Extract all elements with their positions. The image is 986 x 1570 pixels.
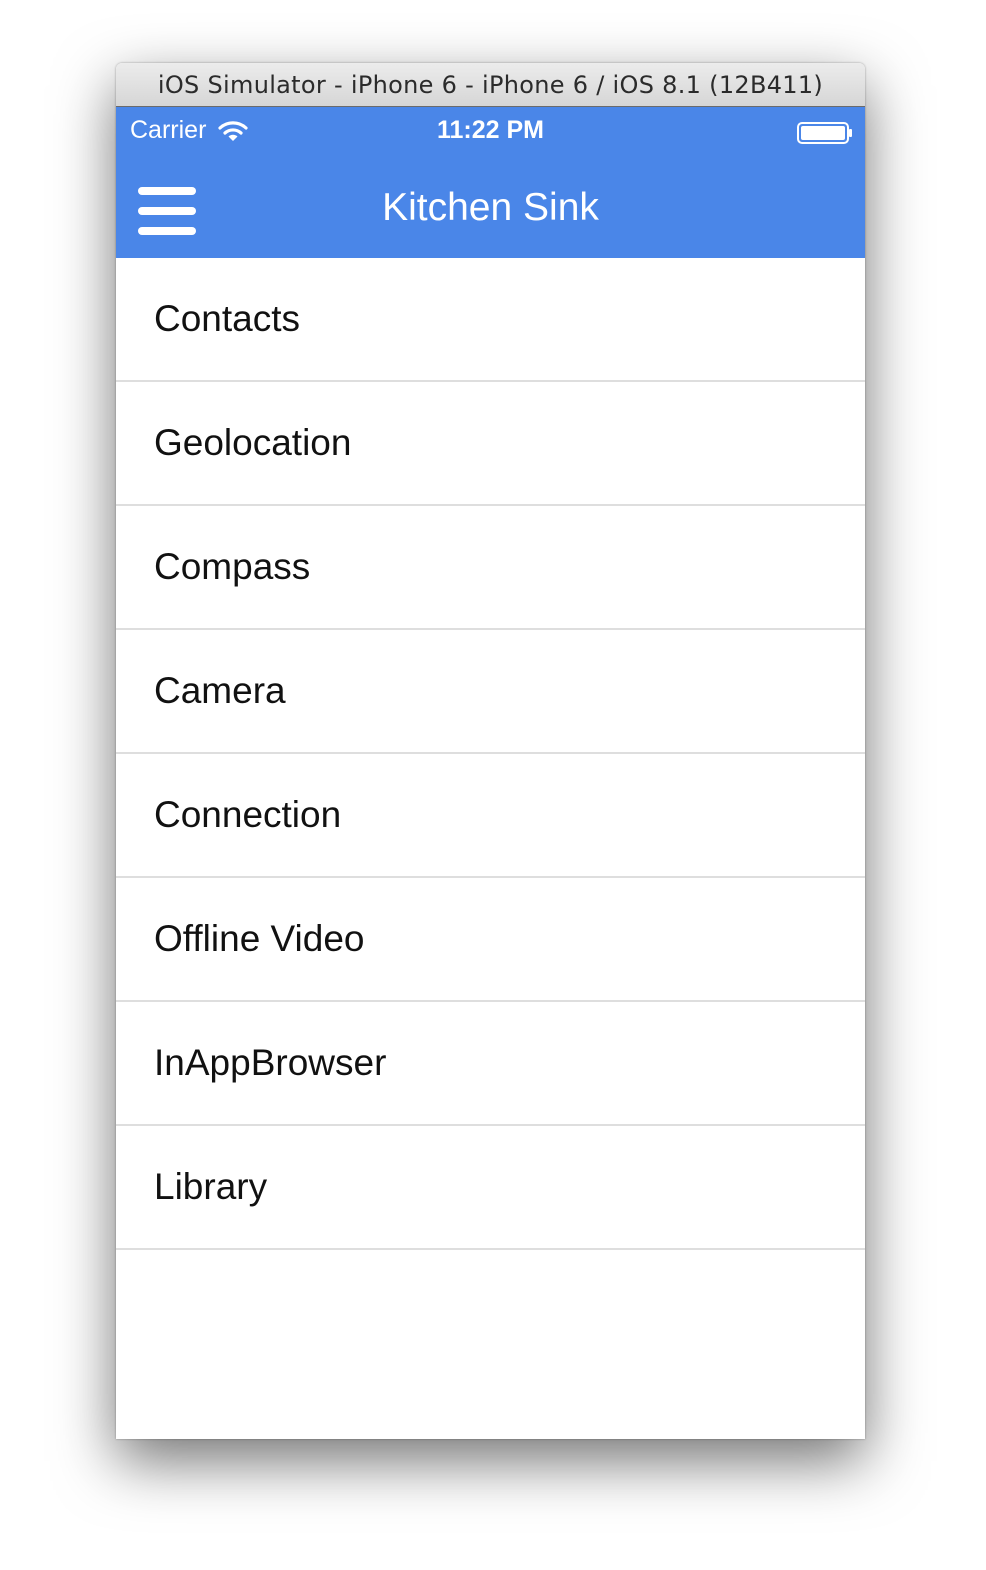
simulator-window: iOS Simulator - iPhone 6 - iPhone 6 / iO… xyxy=(116,63,865,1439)
list-item-label: Library xyxy=(154,1166,268,1207)
window-titlebar[interactable]: iOS Simulator - iPhone 6 - iPhone 6 / iO… xyxy=(116,63,865,107)
list-item-label: Connection xyxy=(154,794,342,835)
list-item-label: InAppBrowser xyxy=(154,1042,387,1083)
status-bar: Carrier 11:22 PM xyxy=(116,107,865,157)
list-item-label: Geolocation xyxy=(154,422,352,463)
menu-list: Contacts Geolocation Compass Camera Conn… xyxy=(116,258,865,1250)
list-item-contacts[interactable]: Contacts xyxy=(116,258,865,382)
list-item-geolocation[interactable]: Geolocation xyxy=(116,382,865,506)
status-time: 11:22 PM xyxy=(436,116,544,144)
list-item-label: Offline Video xyxy=(154,918,365,959)
page-title: Kitchen Sink xyxy=(382,186,599,229)
list-item-library[interactable]: Library xyxy=(116,1126,865,1250)
list-item-inappbrowser[interactable]: InAppBrowser xyxy=(116,1002,865,1126)
window-title: iOS Simulator - iPhone 6 - iPhone 6 / iO… xyxy=(157,70,824,99)
list-item-label: Contacts xyxy=(154,298,301,339)
nav-bar: Kitchen Sink xyxy=(116,157,865,258)
list-item-camera[interactable]: Camera xyxy=(116,630,865,754)
battery-icon xyxy=(797,122,852,144)
list-item-connection[interactable]: Connection xyxy=(116,754,865,878)
list-item-offline-video[interactable]: Offline Video xyxy=(116,878,865,1002)
list-item-compass[interactable]: Compass xyxy=(116,506,865,630)
list-item-label: Compass xyxy=(154,546,311,587)
list-item-label: Camera xyxy=(154,670,286,711)
